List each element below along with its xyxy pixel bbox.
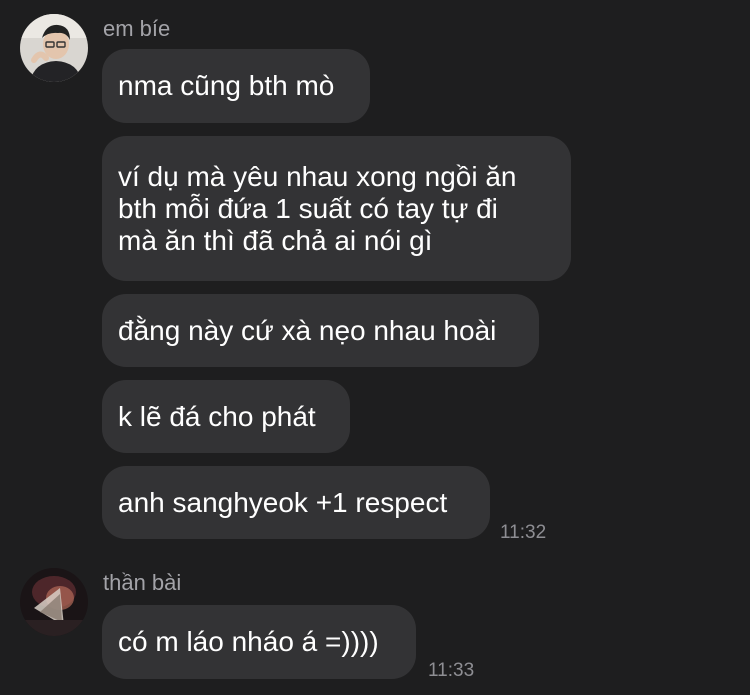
sender-name: thần bài <box>103 570 182 595</box>
message-bubble[interactable]: ví dụ mà yêu nhau xong ngồi ăn bth mỗi đ… <box>102 136 571 281</box>
avatar[interactable] <box>20 14 88 82</box>
message-bubble[interactable]: anh sanghyeok +1 respect <box>102 466 490 539</box>
message-timestamp: 11:33 <box>428 660 475 681</box>
message-timestamp: 11:32 <box>500 522 547 543</box>
sender-name: em bíe <box>103 16 171 41</box>
avatar[interactable] <box>20 568 88 636</box>
message-bubble[interactable]: nma cũng bth mò <box>102 49 370 123</box>
message-bubble[interactable]: đằng này cứ xà nẹo nhau hoài <box>102 294 539 367</box>
message-bubble[interactable]: có m láo nháo á =)))) <box>102 605 416 679</box>
message-bubble[interactable]: k lẽ đá cho phát <box>102 380 350 453</box>
